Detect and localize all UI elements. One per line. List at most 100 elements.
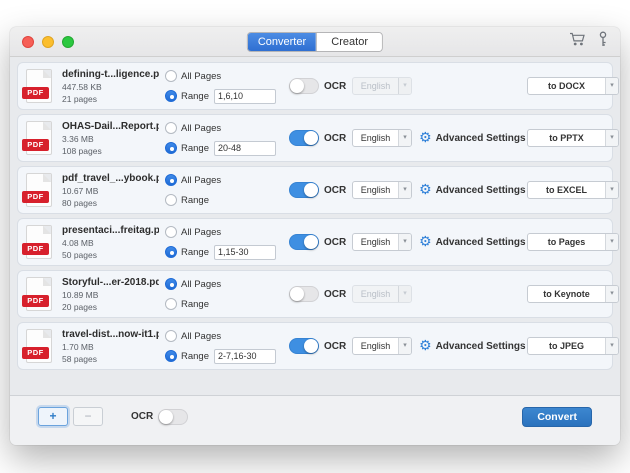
ocr-toggle[interactable]	[289, 234, 319, 250]
ocr-toggle[interactable]	[289, 286, 319, 302]
format-value: to PPTX	[528, 130, 605, 146]
range-radio[interactable]: Range	[165, 193, 277, 208]
chevron-down-icon: ▾	[605, 338, 618, 354]
range-radio[interactable]: Range	[165, 297, 277, 312]
format-dropdown[interactable]: to JPEG ▾	[527, 337, 619, 355]
gear-icon: ⚙	[419, 183, 432, 197]
language-dropdown[interactable]: English ▾	[352, 233, 412, 251]
format-value: to DOCX	[528, 78, 605, 94]
radio-icon	[165, 70, 177, 82]
advanced-settings-label: Advanced Settings	[436, 237, 526, 248]
radio-icon	[165, 194, 177, 206]
all-pages-label: All Pages	[181, 331, 221, 342]
format-value: to EXCEL	[528, 182, 605, 198]
toggle-knob	[304, 131, 318, 145]
file-list: PDF defining-t...ligence.pdf 447.58 KB 2…	[10, 57, 620, 379]
file-pages: 58 pages	[62, 354, 159, 364]
file-name: presentaci...freitag.pdf	[62, 225, 159, 236]
ocr-label: OCR	[324, 237, 348, 248]
file-pages: 80 pages	[62, 198, 159, 208]
global-ocr-label: OCR	[131, 411, 153, 422]
chevron-down-icon: ▾	[398, 182, 411, 198]
gear-icon: ⚙	[419, 339, 432, 353]
advanced-settings-button[interactable]: ⚙ Advanced Settings	[419, 235, 527, 249]
language-dropdown[interactable]: English ▾	[352, 77, 412, 95]
tab-converter[interactable]: Converter	[248, 33, 316, 51]
file-row: PDF Storyful-...er-2018.pdf 10.89 MB 20 …	[17, 270, 613, 318]
pdf-file-icon: PDF	[26, 277, 52, 311]
range-radio[interactable]: Range	[165, 89, 277, 104]
all-pages-radio[interactable]: All Pages	[165, 121, 277, 136]
advanced-settings-button[interactable]: ⚙ Advanced Settings	[419, 339, 527, 353]
pdf-badge: PDF	[22, 139, 49, 151]
all-pages-radio[interactable]: All Pages	[165, 277, 277, 292]
chevron-down-icon: ▾	[605, 130, 618, 146]
key-icon[interactable]	[598, 31, 608, 53]
file-row: PDF defining-t...ligence.pdf 447.58 KB 2…	[17, 62, 613, 110]
all-pages-radio[interactable]: All Pages	[165, 329, 277, 344]
title-bar: Converter Creator	[10, 27, 620, 57]
pdf-file-icon: PDF	[26, 173, 52, 207]
ocr-label: OCR	[324, 185, 348, 196]
chevron-down-icon: ▾	[398, 130, 411, 146]
range-input[interactable]	[214, 141, 276, 156]
advanced-settings-button[interactable]: ⚙ Advanced Settings	[419, 131, 527, 145]
range-input[interactable]	[214, 89, 276, 104]
ocr-label: OCR	[324, 341, 348, 352]
format-dropdown[interactable]: to Keynote ▾	[527, 285, 619, 303]
zoom-button[interactable]	[62, 36, 74, 48]
language-dropdown[interactable]: English ▾	[352, 129, 412, 147]
language-value: English	[353, 182, 398, 198]
cart-icon[interactable]	[569, 32, 586, 52]
remove-file-button[interactable]: −	[73, 407, 103, 426]
advanced-settings-label: Advanced Settings	[436, 185, 526, 196]
global-ocr-toggle[interactable]	[158, 409, 188, 425]
ocr-toggle[interactable]	[289, 338, 319, 354]
format-value: to JPEG	[528, 338, 605, 354]
format-dropdown[interactable]: to Pages ▾	[527, 233, 619, 251]
file-name: travel-dist...now-it1.pdf	[62, 329, 159, 340]
close-button[interactable]	[22, 36, 34, 48]
format-value: to Pages	[528, 234, 605, 250]
gear-icon: ⚙	[419, 131, 432, 145]
all-pages-label: All Pages	[181, 71, 221, 82]
format-value: to Keynote	[528, 286, 605, 302]
ocr-toggle[interactable]	[289, 182, 319, 198]
tab-creator[interactable]: Creator	[316, 33, 382, 51]
pdf-file-icon: PDF	[26, 329, 52, 363]
radio-icon	[165, 122, 177, 134]
chevron-down-icon: ▾	[398, 286, 411, 302]
add-file-button[interactable]: +	[38, 407, 68, 426]
all-pages-radio[interactable]: All Pages	[165, 225, 277, 240]
language-dropdown[interactable]: English ▾	[352, 181, 412, 199]
all-pages-radio[interactable]: All Pages	[165, 173, 277, 188]
range-radio[interactable]: Range	[165, 245, 277, 260]
format-dropdown[interactable]: to DOCX ▾	[527, 77, 619, 95]
gear-icon: ⚙	[419, 235, 432, 249]
file-row: PDF presentaci...freitag.pdf 4.08 MB 50 …	[17, 218, 613, 266]
advanced-settings-button[interactable]: ⚙ Advanced Settings	[419, 183, 527, 197]
ocr-toggle[interactable]	[289, 78, 319, 94]
all-pages-radio[interactable]: All Pages	[165, 69, 277, 84]
minimize-button[interactable]	[42, 36, 54, 48]
language-value: English	[353, 338, 398, 354]
format-dropdown[interactable]: to PPTX ▾	[527, 129, 619, 147]
file-size: 1.70 MB	[62, 342, 159, 352]
range-radio[interactable]: Range	[165, 349, 277, 364]
chevron-down-icon: ▾	[398, 78, 411, 94]
chevron-down-icon: ▾	[605, 182, 618, 198]
file-pages: 108 pages	[62, 146, 159, 156]
advanced-settings-label: Advanced Settings	[436, 133, 526, 144]
ocr-toggle[interactable]	[289, 130, 319, 146]
range-input[interactable]	[214, 349, 276, 364]
convert-button[interactable]: Convert	[522, 407, 592, 427]
format-dropdown[interactable]: to EXCEL ▾	[527, 181, 619, 199]
language-dropdown[interactable]: English ▾	[352, 285, 412, 303]
range-label: Range	[181, 299, 209, 310]
range-radio[interactable]: Range	[165, 141, 277, 156]
all-pages-label: All Pages	[181, 123, 221, 134]
chevron-down-icon: ▾	[605, 286, 618, 302]
range-input[interactable]	[214, 245, 276, 260]
pdf-badge: PDF	[22, 191, 49, 203]
language-dropdown[interactable]: English ▾	[352, 337, 412, 355]
